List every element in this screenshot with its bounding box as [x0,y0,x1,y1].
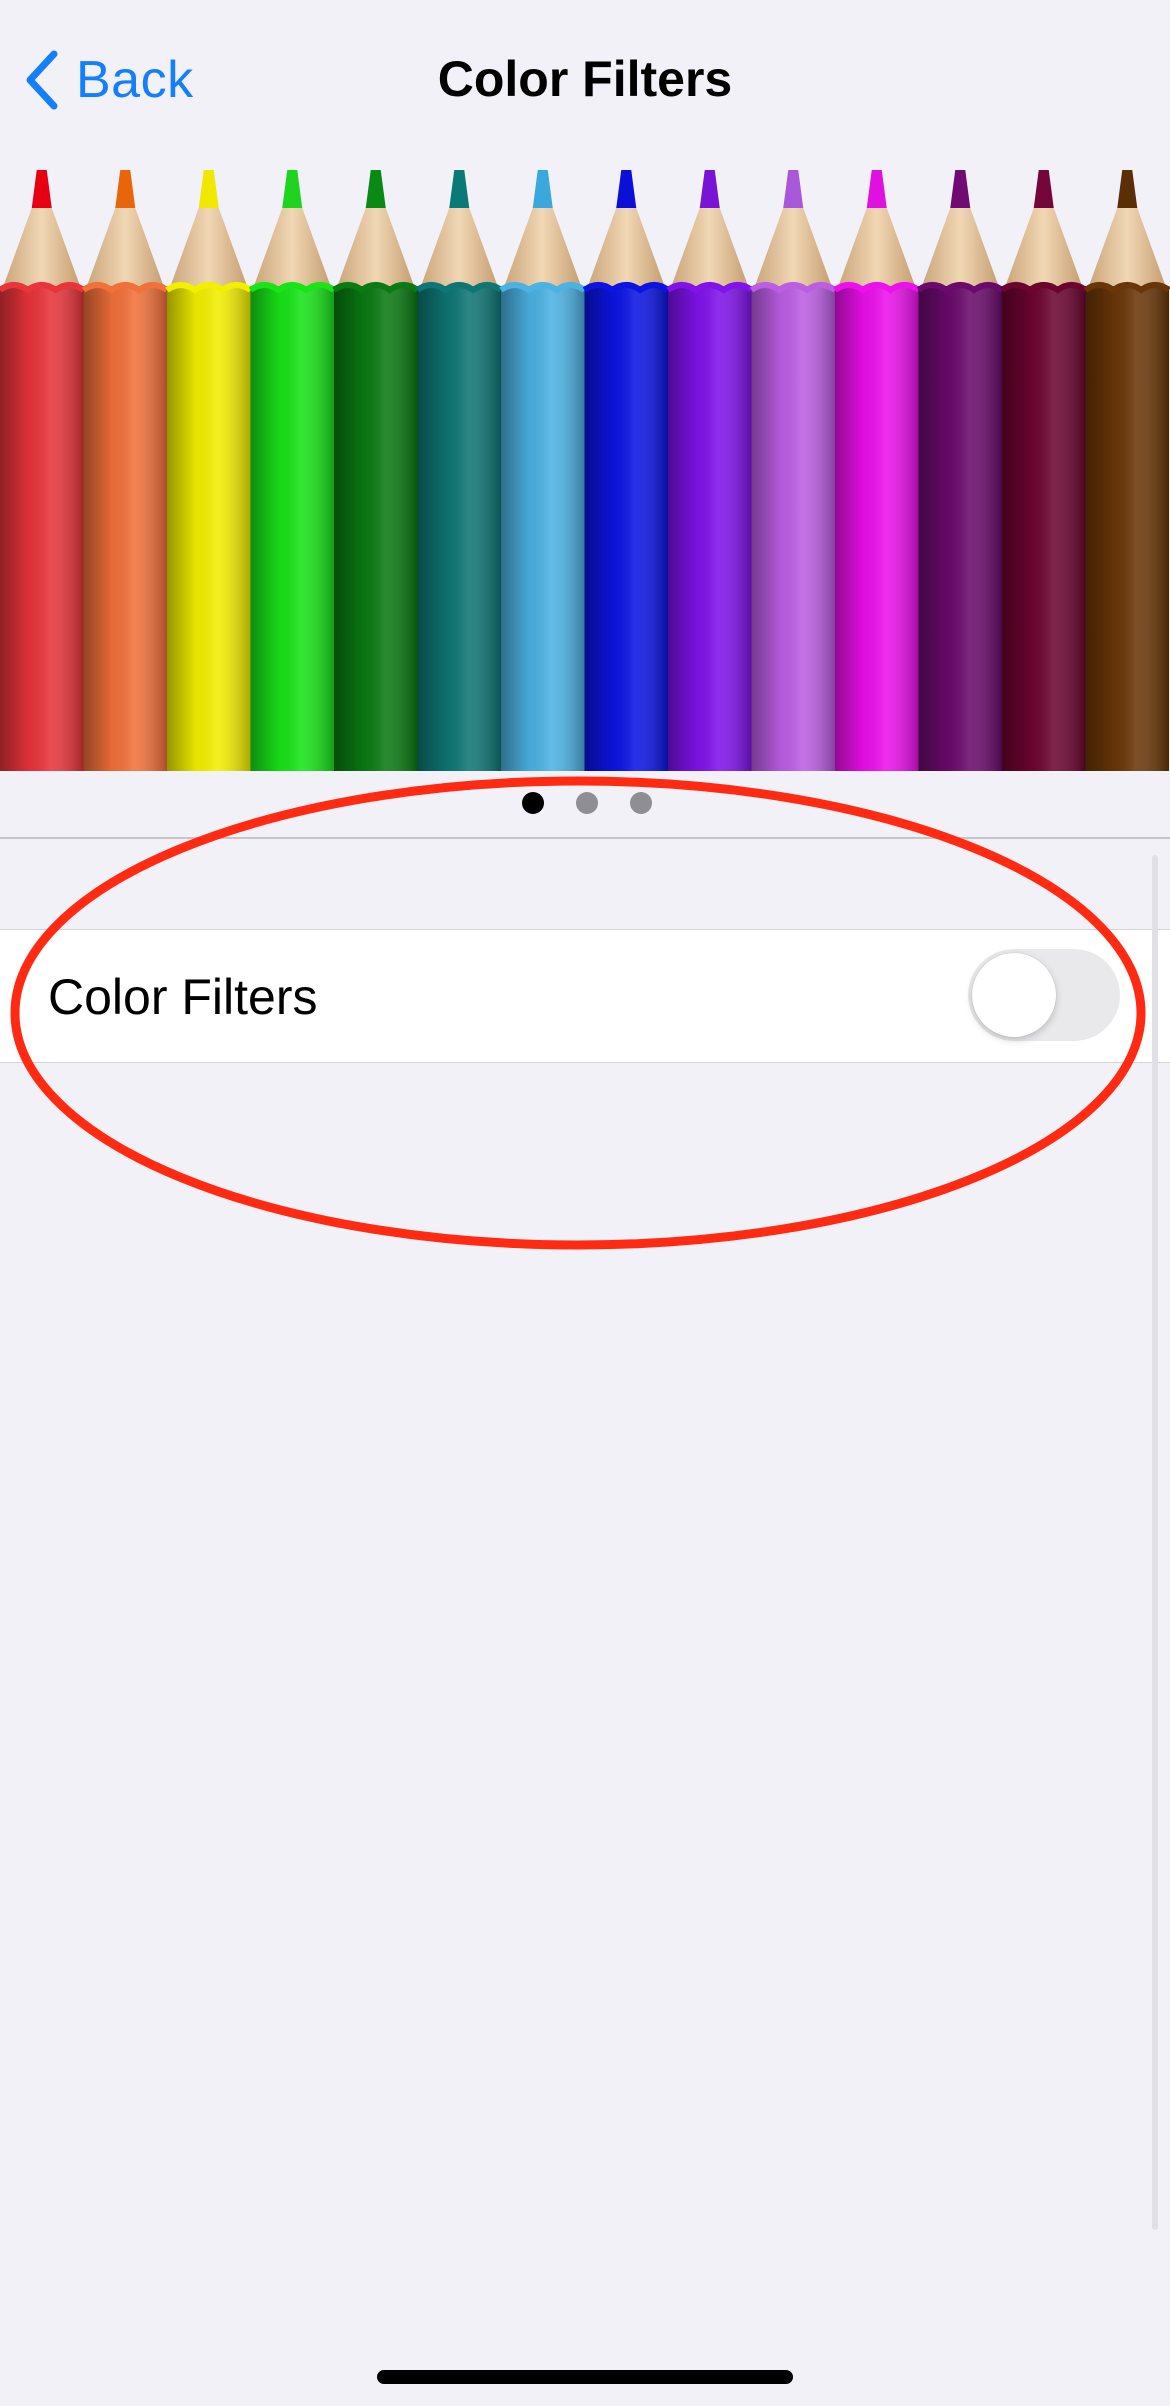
colored-pencils-banner [0,170,1170,771]
pencil [1000,170,1088,771]
page-indicator[interactable] [0,792,1170,816]
pencil [248,170,336,771]
pencil [332,170,420,771]
toggle-knob [972,953,1056,1037]
home-indicator[interactable] [377,2370,793,2384]
pencil [165,170,253,771]
page-dot[interactable] [630,792,652,814]
color-filters-toggle[interactable] [968,949,1120,1041]
pencil [749,170,837,771]
pencil [499,170,587,771]
pencil [1083,170,1170,771]
navigation-bar: Back Color Filters [0,0,1170,160]
pencil [916,170,1004,771]
page-dot[interactable] [522,792,544,814]
pencil [666,170,754,771]
pencil [81,170,169,771]
pencil [415,170,503,771]
divider [0,837,1170,839]
pencil [0,170,86,771]
pencil [833,170,921,771]
pencil [582,170,670,771]
color-filters-row: Color Filters [0,929,1170,1063]
color-filters-label: Color Filters [48,969,318,1025]
page-dot[interactable] [576,792,598,814]
scroll-indicator [1152,855,1158,2230]
page-title: Color Filters [437,51,733,107]
